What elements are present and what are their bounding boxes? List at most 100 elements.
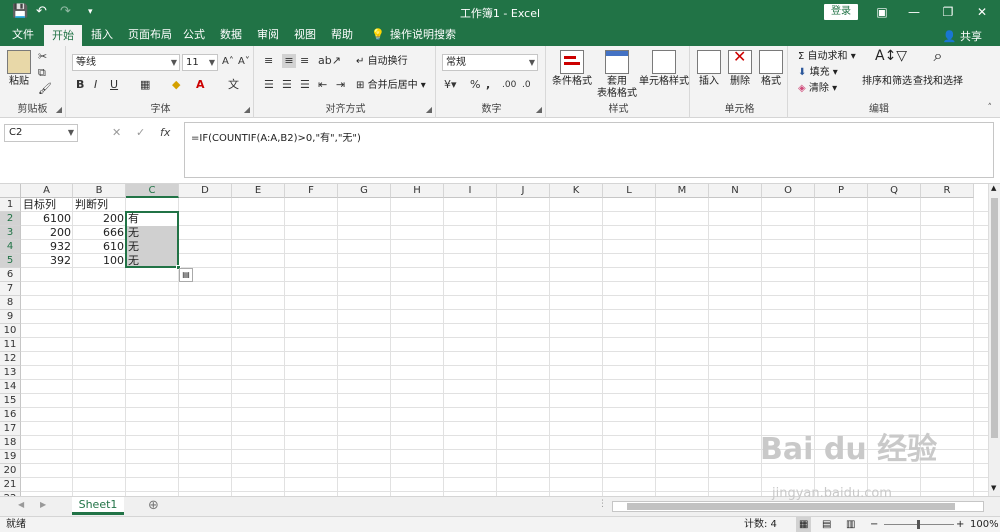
percent-icon[interactable]: % xyxy=(470,78,480,92)
insert-function-icon[interactable]: fx xyxy=(160,126,170,139)
column-header-m[interactable]: M xyxy=(656,184,709,198)
tab-review[interactable]: 审阅 xyxy=(257,28,279,42)
enter-icon[interactable]: ✓ xyxy=(136,126,145,139)
row-header-19[interactable]: 19 xyxy=(0,450,21,464)
cell-c2[interactable]: 有 xyxy=(126,212,179,226)
tab-insert[interactable]: 插入 xyxy=(91,28,113,42)
minimize-icon[interactable]: — xyxy=(904,3,924,21)
row-header-16[interactable]: 16 xyxy=(0,408,21,422)
scroll-up-icon[interactable]: ▲ xyxy=(991,184,996,192)
copy-icon[interactable]: ⧉ xyxy=(38,66,46,80)
column-header-k[interactable]: K xyxy=(550,184,603,198)
row-header-10[interactable]: 10 xyxy=(0,324,21,338)
tab-help[interactable]: 帮助 xyxy=(331,28,353,42)
align-center-icon[interactable]: ☰ xyxy=(282,78,292,92)
cell-a5[interactable]: 392 xyxy=(21,254,73,268)
find-select-button[interactable]: ⌕ 查找和选择 xyxy=(912,48,964,88)
align-left-icon[interactable]: ☰ xyxy=(264,78,274,92)
align-top-icon[interactable]: ≡ xyxy=(264,54,273,68)
row-header-14[interactable]: 14 xyxy=(0,380,21,394)
close-icon[interactable]: ✕ xyxy=(972,3,992,21)
row-header-11[interactable]: 11 xyxy=(0,338,21,352)
cell-b3[interactable]: 666 xyxy=(73,226,126,240)
font-color-icon[interactable]: A xyxy=(196,78,205,92)
row-header-12[interactable]: 12 xyxy=(0,352,21,366)
cell-styles-button[interactable]: 单元格样式 xyxy=(638,50,690,88)
tab-view[interactable]: 视图 xyxy=(294,28,316,42)
fill-button[interactable]: ⬇ 填充 ▾ xyxy=(798,66,838,80)
name-box[interactable]: C2 ▼ xyxy=(4,124,78,142)
column-header-h[interactable]: H xyxy=(391,184,444,198)
row-header-8[interactable]: 8 xyxy=(0,296,21,310)
row-header-4[interactable]: 4 xyxy=(0,240,21,254)
cut-icon[interactable]: ✂ xyxy=(38,50,47,64)
horizontal-scrollbar[interactable] xyxy=(612,501,984,512)
align-middle-icon[interactable]: ≡ xyxy=(282,54,296,68)
scroll-down-icon[interactable]: ▼ xyxy=(991,484,996,492)
border-icon[interactable]: ▦ xyxy=(140,78,150,92)
column-header-r[interactable]: R xyxy=(921,184,974,198)
number-format-select[interactable]: 常规 ▼ xyxy=(442,54,538,71)
merge-center-button[interactable]: ⊞ 合并后居中 ▾ xyxy=(356,79,426,93)
vertical-scrollbar[interactable]: ▲ ▼ xyxy=(988,184,1000,496)
column-header-n[interactable]: N xyxy=(709,184,762,198)
cell-a2[interactable]: 6100 xyxy=(21,212,73,226)
column-header-p[interactable]: P xyxy=(815,184,868,198)
insert-cells-button[interactable]: 插入 xyxy=(694,50,724,88)
ribbon-display-icon[interactable]: ▣ xyxy=(872,3,892,21)
shrink-font-icon[interactable]: A˅ xyxy=(238,55,250,69)
cell-a1[interactable]: 目标列 xyxy=(21,198,73,212)
page-layout-view-icon[interactable]: ▤ xyxy=(822,517,831,532)
row-header-7[interactable]: 7 xyxy=(0,282,21,296)
cell-b5[interactable]: 100 xyxy=(73,254,126,268)
cell-c5[interactable]: 无 xyxy=(126,254,179,268)
font-size-select[interactable]: 11 ▼ xyxy=(182,54,218,71)
zoom-slider-thumb[interactable] xyxy=(917,520,920,529)
row-header-5[interactable]: 5 xyxy=(0,254,21,268)
increase-decimal-icon[interactable]: .00 xyxy=(502,78,516,92)
column-header-e[interactable]: E xyxy=(232,184,285,198)
row-header-1[interactable]: 1 xyxy=(0,198,21,212)
column-header-c[interactable]: C xyxy=(126,184,179,198)
row-header-3[interactable]: 3 xyxy=(0,226,21,240)
phonetic-icon[interactable]: 文 xyxy=(228,78,239,92)
scroll-thumb[interactable] xyxy=(627,503,955,510)
column-header-g[interactable]: G xyxy=(338,184,391,198)
scroll-thumb[interactable] xyxy=(991,198,998,438)
collapse-ribbon-icon[interactable]: ˄ xyxy=(988,103,993,113)
font-name-select[interactable]: 等线 ▼ xyxy=(72,54,180,71)
restore-icon[interactable]: ❐ xyxy=(938,3,958,21)
tab-data[interactable]: 数据 xyxy=(220,28,242,42)
row-header-6[interactable]: 6 xyxy=(0,268,21,282)
zoom-out-icon[interactable]: − xyxy=(870,517,878,532)
align-right-icon[interactable]: ☰ xyxy=(300,78,310,92)
row-header-15[interactable]: 15 xyxy=(0,394,21,408)
column-header-j[interactable]: J xyxy=(497,184,550,198)
share-button[interactable]: 👤 共享 xyxy=(943,28,982,44)
indent-increase-icon[interactable]: ⇥ xyxy=(336,78,345,92)
column-header-d[interactable]: D xyxy=(179,184,232,198)
column-header-f[interactable]: F xyxy=(285,184,338,198)
indent-decrease-icon[interactable]: ⇤ xyxy=(318,78,327,92)
wrap-text-button[interactable]: ↵ 自动换行 xyxy=(356,55,408,69)
login-button[interactable]: 登录 xyxy=(824,4,858,20)
cell-c4[interactable]: 无 xyxy=(126,240,179,254)
column-header-b[interactable]: B xyxy=(73,184,126,198)
cell-b1[interactable]: 判断列 xyxy=(73,198,126,212)
row-header-20[interactable]: 20 xyxy=(0,464,21,478)
cell-a3[interactable]: 200 xyxy=(21,226,73,240)
cell-c3[interactable]: 无 xyxy=(126,226,179,240)
select-all-corner[interactable] xyxy=(0,184,21,198)
dialog-launcher-icon[interactable]: ◢ xyxy=(426,105,432,114)
conditional-format-button[interactable]: 条件格式 xyxy=(550,50,594,88)
tab-file[interactable]: 文件 xyxy=(12,28,34,42)
column-header-q[interactable]: Q xyxy=(868,184,921,198)
orientation-icon[interactable]: ab↗ xyxy=(318,54,341,68)
scroll-right-icon[interactable]: ▶ xyxy=(40,500,46,509)
page-break-view-icon[interactable]: ▥ xyxy=(846,517,855,532)
clear-button[interactable]: ◈ 清除 ▾ xyxy=(798,82,837,96)
cancel-icon[interactable]: ✕ xyxy=(112,126,121,139)
row-header-17[interactable]: 17 xyxy=(0,422,21,436)
tell-me-search[interactable]: 操作说明搜索 xyxy=(390,28,456,42)
tab-formulas[interactable]: 公式 xyxy=(183,28,205,42)
